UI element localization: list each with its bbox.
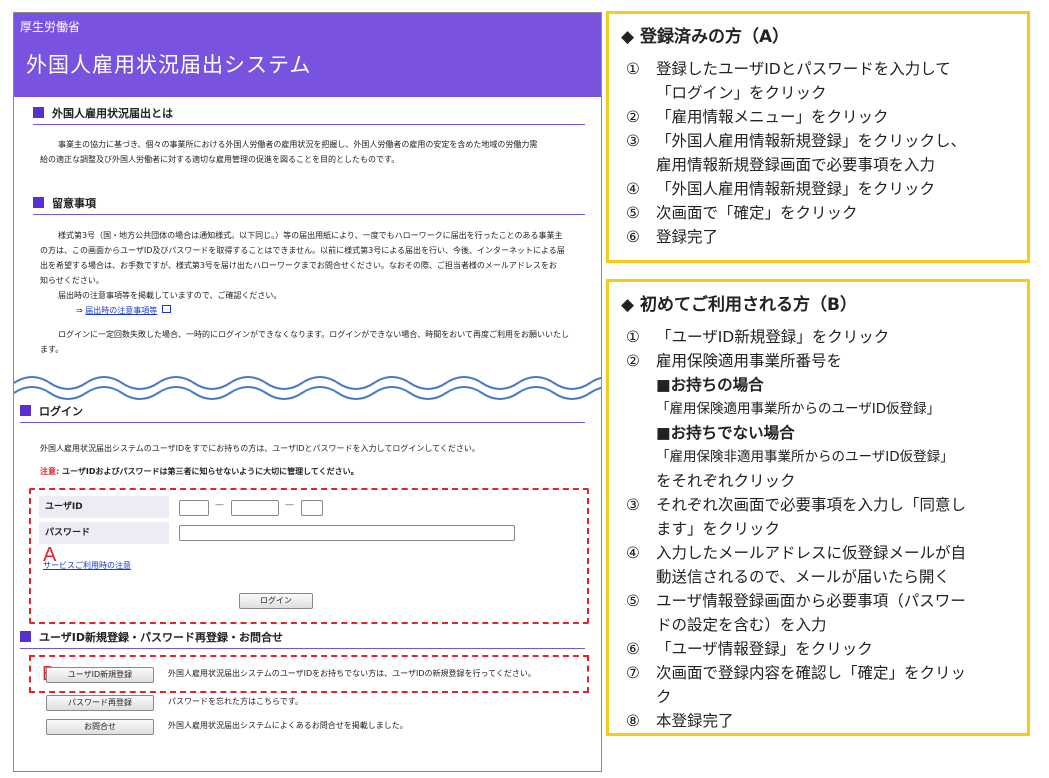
section-about-heading: 外国人雇用状況届出とは (33, 105, 585, 125)
guide-b-title: ◆ 初めてご利用される方（B） (621, 290, 1027, 315)
section-notes-heading: 留意事項 (33, 195, 585, 215)
inquiry-button[interactable]: お問合せ (46, 719, 154, 735)
password-label: パスワード (39, 522, 169, 544)
section-register-title: ユーザID新規登録・パスワード再登録・お問合せ (39, 631, 284, 644)
userid-separator: — (215, 500, 224, 510)
guide-box-a: ◆ 登録済みの方（A） ① 登録したユーザIDとパスワードを入力して 「ログイン」を… (606, 11, 1030, 263)
site-header: 厚生労働省 外国人雇用状況届出システム (14, 13, 601, 97)
diamond-icon: ◆ (621, 295, 635, 315)
guide-b-step: ⑤ ユーザ情報登録画面から必要事項（パスワー ドの設定を含む）を入力 (626, 592, 966, 634)
notes-link[interactable]: 届出時の注意事項等 (85, 306, 157, 315)
password-reset-button[interactable]: パスワード再登録 (46, 695, 154, 711)
guide-b-step: ④ 入力したメールアドレスに仮登録メールが自 動送信されるので、メールが届いたら開く (626, 544, 967, 586)
guide-a-title: ◆ 登録済みの方（A） (621, 22, 1027, 47)
service-notes-link[interactable]: サービスご利用時の注意 (43, 558, 131, 573)
caution-text: ユーザIDおよびパスワードは第三者に知らせないように大切に管理してください。 (62, 467, 359, 476)
guide-box-b: ◆ 初めてご利用される方（B） ① 「ユーザID新規登録」をクリック ② 雇用保険… (606, 279, 1030, 736)
guide-b-step: ① 「ユーザID新規登録」をクリック (626, 328, 890, 346)
arrow-icon: ⇒ (76, 306, 83, 315)
guide-b-steps: ① 「ユーザID新規登録」をクリック ② 雇用保険適用事業所番号を ■お持ちの場合… (609, 325, 1027, 733)
section-divider-wave (14, 376, 601, 400)
notes-line: 様式第3号（国・地方公共団体の場合は通知様式。以下同じ。）等の届出用紙により、一… (58, 231, 563, 240)
login-form-highlight: ユーザID — — パスワード A サービスご利用時の注意 ログイン (29, 488, 589, 624)
external-window-icon (161, 305, 171, 313)
section-marker (20, 405, 31, 416)
userid-field-2[interactable] (231, 500, 279, 516)
inquiry-desc: 外国人雇用状況届出システムによくあるお問合せを掲載しました。 (168, 721, 408, 730)
section-about-title: 外国人雇用状況届出とは (52, 107, 173, 120)
guide-a-step: ① 登録したユーザIDとパスワードを入力して 「ログイン」をクリック (626, 60, 951, 102)
userid-field-1[interactable] (179, 500, 209, 516)
guide-b-title-text: 初めてご利用される方（B） (640, 295, 857, 315)
password-field[interactable] (179, 525, 515, 541)
userid-label: ユーザID (39, 496, 169, 518)
guide-b-step: ② 雇用保険適用事業所番号を ■お持ちの場合 「雇用保険適用事業所からのユーザI… (626, 352, 954, 490)
guide-b-step: ⑧ 本登録完了 (626, 712, 734, 730)
new-userid-button[interactable]: ユーザID新規登録 (46, 667, 154, 683)
system-title: 外国人雇用状況届出システム (26, 53, 312, 77)
section-marker (20, 631, 31, 642)
section-login-heading: ログイン (20, 403, 585, 423)
userid-field-3[interactable] (301, 500, 323, 516)
section-register-heading: ユーザID新規登録・パスワード再登録・お問合せ (20, 629, 585, 649)
diamond-icon: ◆ (621, 27, 635, 47)
guide-a-steps: ① 登録したユーザIDとパスワードを入力して 「ログイン」をクリック ② 「雇用情報メ… (609, 57, 1027, 249)
guide-a-title-text: 登録済みの方（A） (640, 27, 790, 47)
notes-text: 様式第3号（国・地方公共団体の場合は通知様式。以下同じ。）等の届出用紙により、一… (40, 228, 595, 357)
guide-a-step: ⑤ 次画面で「確定」をクリック (626, 204, 858, 222)
about-line: 給の適正な調整及び外国人労働者に対する適切な雇用管理の促進を図ることを目的とした… (40, 155, 400, 164)
login-intro: 外国人雇用状況届出システムのユーザIDをすでにお持ちの方は、ユーザIDとパスワー… (40, 444, 480, 453)
screenshot-panel: 厚生労働省 外国人雇用状況届出システム 外国人雇用状況届出とは 事業主の協力に基… (13, 12, 602, 772)
guide-a-step: ⑥ 登録完了 (626, 228, 719, 246)
section-login-title: ログイン (39, 405, 83, 418)
about-line: 事業主の協力に基づき、個々の事業所における外国人労働者の雇用状況を把握し、外国人… (58, 140, 538, 149)
section-marker (33, 197, 44, 208)
caution-label: 注意: (40, 467, 60, 476)
notes-line: の方は、この画面からユーザID及びパスワードを取得することはできません。以前に様… (40, 246, 565, 255)
notes-line: 知らせください。 (40, 276, 104, 285)
ministry-name: 厚生労働省 (20, 20, 81, 34)
section-marker (33, 107, 44, 118)
lockout-line: ます。 (40, 345, 64, 354)
guide-a-step: ③ 「外国人雇用情報新規登録」をクリックし、 雇用情報新規登録画面で必要事項を入力 (626, 132, 967, 174)
section-notes-title: 留意事項 (52, 197, 96, 210)
guide-a-step: ② 「雇用情報メニュー」をクリック (626, 108, 889, 126)
guide-b-step: ⑥ 「ユーザ情報登録」をクリック (626, 640, 873, 658)
password-reset-desc: パスワードを忘れた方はこちらです。 (168, 697, 303, 706)
userid-separator: — (285, 500, 294, 510)
guide-a-step: ④ 「外国人雇用情報新規登録」をクリック (626, 180, 936, 198)
guide-b-step: ③ それぞれ次画面で必要事項を入力し「同意し ます」をクリック (626, 496, 967, 538)
login-button[interactable]: ログイン (239, 593, 313, 609)
notes-line: 出を希望する場合は、お手数ですが、様式第3号を届け出たハローワークまでお問合せく… (40, 261, 557, 270)
login-caution: 注意: ユーザIDおよびパスワードは第三者に知らせないように大切に管理してくださ… (40, 464, 595, 479)
about-text: 事業主の協力に基づき、個々の事業所における外国人労働者の雇用状況を把握し、外国人… (40, 137, 590, 167)
guide-b-step: ⑦ 次画面で登録内容を確認し「確定」をクリック (626, 664, 967, 706)
lockout-line: ログインに一定回数失敗した場合、一時的にログインができなくなります。ログインがで… (58, 330, 569, 339)
new-userid-desc: 外国人雇用状況届出システムのユーザIDをお持ちでない方は、ユーザIDの新規登録を… (168, 669, 536, 678)
notes-notice: 届出時の注意事項等を掲載していますので、ご確認ください。 (58, 291, 282, 300)
